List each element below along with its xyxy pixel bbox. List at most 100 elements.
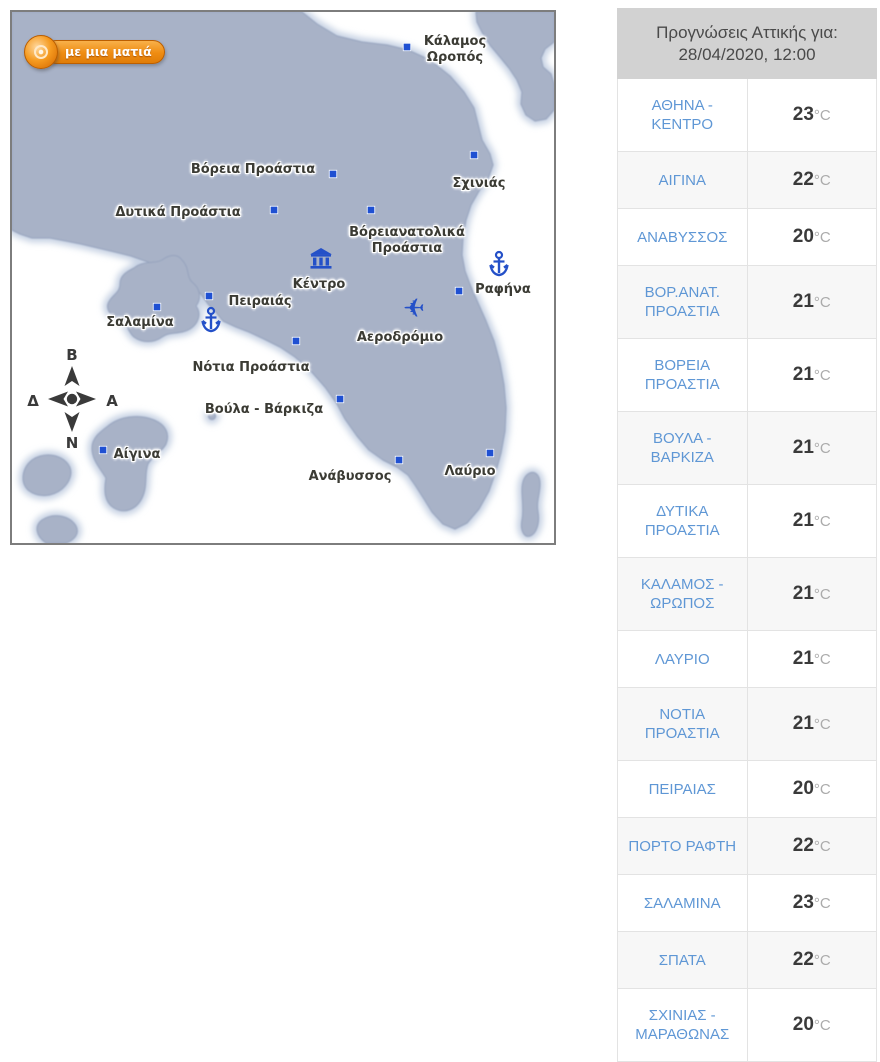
location-link[interactable]: ΒΟΥΛΑ - ΒΑΡΚΙΖΑ xyxy=(626,429,739,467)
compass-west-label: Δ xyxy=(27,392,39,410)
map-marker-dytika-proastia xyxy=(270,206,278,214)
forecast-temp-cell: 21°C xyxy=(747,339,877,412)
location-link[interactable]: ΔΥΤΙΚΑ ΠΡΟΑΣΤΙΑ xyxy=(626,502,739,540)
map-marker-kalamos xyxy=(403,43,411,51)
location-link[interactable]: ΚΑΛΑΜΟΣ - ΩΡΩΠΟΣ xyxy=(626,575,739,613)
map-svg: Β Ν Δ Α ✈ xyxy=(12,12,554,543)
temp-unit: °C xyxy=(814,229,831,246)
compass-logo-icon xyxy=(24,35,58,69)
temp-unit: °C xyxy=(814,838,831,855)
map-marker-lavrio xyxy=(486,449,494,457)
forecast-location-cell: ΑΝΑΒΥΣΣΟΣ xyxy=(618,209,748,266)
forecast-temp-cell: 21°C xyxy=(747,631,877,688)
temp-value: 21 xyxy=(793,510,814,531)
location-link[interactable]: ΑΝΑΒΥΣΣΟΣ xyxy=(637,228,727,247)
temp-value: 21 xyxy=(793,713,814,734)
forecast-row: ΣΧΙΝΙΑΣ - ΜΑΡΑΘΩΝΑΣ20°C xyxy=(618,989,877,1062)
temp-value: 20 xyxy=(793,1014,814,1035)
forecast-location-cell: ΒΟΡΕΙΑ ΠΡΟΑΣΤΙΑ xyxy=(618,339,748,412)
forecast-temp-cell: 22°C xyxy=(747,818,877,875)
forecast-row: ΒΟΡΕΙΑ ΠΡΟΑΣΤΙΑ21°C xyxy=(618,339,877,412)
attica-map: Β Ν Δ Α ✈ Κάλαμος ΩροπόςΒόρεια ΠροάστιαΣ… xyxy=(10,10,556,545)
forecast-temp-cell: 21°C xyxy=(747,485,877,558)
location-link[interactable]: ΑΙΓΙΝΑ xyxy=(659,171,706,190)
forecast-temp-cell: 21°C xyxy=(747,558,877,631)
forecast-location-cell: ΣΑΛΑΜΙΝΑ xyxy=(618,875,748,932)
map-marker-notia-proastia xyxy=(292,337,300,345)
forecast-location-cell: ΒΟΡ.ΑΝΑΤ. ΠΡΟΑΣΤΙΑ xyxy=(618,266,748,339)
forecast-row: ΑΝΑΒΥΣΣΟΣ 20°C xyxy=(618,209,877,266)
forecast-temp-cell: 20°C xyxy=(747,761,877,818)
forecast-location-cell: ΣΠΑΤΑ xyxy=(618,932,748,989)
temp-unit: °C xyxy=(814,513,831,530)
temp-unit: °C xyxy=(814,651,831,668)
forecast-temp-cell: 21°C xyxy=(747,688,877,761)
temp-value: 21 xyxy=(793,364,814,385)
location-link[interactable]: ΒΟΡΕΙΑ ΠΡΟΑΣΤΙΑ xyxy=(626,356,739,394)
forecast-location-cell: ΔΥΤΙΚΑ ΠΡΟΑΣΤΙΑ xyxy=(618,485,748,558)
forecast-row: ΠΟΡΤΟ ΡΑΦΤΗ 22°C xyxy=(618,818,877,875)
forecast-row: ΔΥΤΙΚΑ ΠΡΟΑΣΤΙΑ21°C xyxy=(618,485,877,558)
temp-value: 21 xyxy=(793,583,814,604)
location-link[interactable]: ΒΟΡ.ΑΝΑΤ. ΠΡΟΑΣΤΙΑ xyxy=(626,283,739,321)
location-link[interactable]: ΣΠΑΤΑ xyxy=(659,951,706,970)
map-marker-voula xyxy=(336,395,344,403)
forecast-location-cell: ΠΕΙΡΑΙΑΣ xyxy=(618,761,748,818)
map-marker-voreia-proastia xyxy=(329,170,337,178)
forecast-temp-cell: 21°C xyxy=(747,412,877,485)
glance-badge: με μια ματιά xyxy=(24,34,165,70)
map-marker-rafina xyxy=(455,287,463,295)
location-link[interactable]: ΠΕΙΡΑΙΑΣ xyxy=(649,780,716,799)
forecast-temp-cell: 23°C xyxy=(747,79,877,152)
temp-value: 22 xyxy=(793,169,814,190)
temp-unit: °C xyxy=(814,440,831,457)
temp-value: 20 xyxy=(793,778,814,799)
forecast-row: ΚΑΛΑΜΟΣ - ΩΡΩΠΟΣ21°C xyxy=(618,558,877,631)
temp-value: 20 xyxy=(793,226,814,247)
forecast-row: ΣΑΛΑΜΙΝΑ 23°C xyxy=(618,875,877,932)
forecast-temp-cell: 22°C xyxy=(747,932,877,989)
forecast-header: Προγνώσεις Αττικής για: 28/04/2020, 12:0… xyxy=(618,9,877,79)
temp-unit: °C xyxy=(814,781,831,798)
forecast-location-cell: ΑΘΗΝΑ - ΚΕΝΤΡΟ xyxy=(618,79,748,152)
forecast-location-cell: ΛΑΥΡΙΟ xyxy=(618,631,748,688)
forecast-location-cell: ΚΑΛΑΜΟΣ - ΩΡΩΠΟΣ xyxy=(618,558,748,631)
forecast-row: ΑΙΓΙΝΑ 22°C xyxy=(618,152,877,209)
temp-value: 21 xyxy=(793,291,814,312)
map-marker-voreianatolika-proastia xyxy=(367,206,375,214)
forecast-table: Προγνώσεις Αττικής για: 28/04/2020, 12:0… xyxy=(617,8,877,1062)
temp-unit: °C xyxy=(814,895,831,912)
forecast-temp-cell: 20°C xyxy=(747,989,877,1062)
map-marker-salamina xyxy=(153,303,161,311)
forecast-location-cell: ΝΟΤΙΑ ΠΡΟΑΣΤΙΑ xyxy=(618,688,748,761)
forecast-location-cell: ΠΟΡΤΟ ΡΑΦΤΗ xyxy=(618,818,748,875)
forecast-temp-cell: 23°C xyxy=(747,875,877,932)
forecast-row: ΑΘΗΝΑ - ΚΕΝΤΡΟ23°C xyxy=(618,79,877,152)
forecast-row: ΠΕΙΡΑΙΑΣ 20°C xyxy=(618,761,877,818)
map-marker-schinias xyxy=(470,151,478,159)
glance-badge-label: με μια ματιά xyxy=(44,40,165,64)
temp-unit: °C xyxy=(814,586,831,603)
forecast-row: ΒΟΥΛΑ - ΒΑΡΚΙΖΑ21°C xyxy=(618,412,877,485)
forecast-panel: Προγνώσεις Αττικής για: 28/04/2020, 12:0… xyxy=(617,8,877,1062)
temp-value: 23 xyxy=(793,892,814,913)
location-link[interactable]: ΣΑΛΑΜΙΝΑ xyxy=(644,894,721,913)
forecast-row: ΣΠΑΤΑ 22°C xyxy=(618,932,877,989)
weather-page: { "map": { "badge_label": "με μια ματιά"… xyxy=(0,0,880,956)
location-link[interactable]: ΠΟΡΤΟ ΡΑΦΤΗ xyxy=(628,837,736,856)
location-link[interactable]: ΣΧΙΝΙΑΣ - ΜΑΡΑΘΩΝΑΣ xyxy=(626,1006,739,1044)
compass-east-label: Α xyxy=(106,392,118,410)
location-link[interactable]: ΑΘΗΝΑ - ΚΕΝΤΡΟ xyxy=(626,96,739,134)
compass-north-label: Β xyxy=(66,346,77,364)
forecast-row: ΛΑΥΡΙΟ 21°C xyxy=(618,631,877,688)
location-link[interactable]: ΛΑΥΡΙΟ xyxy=(655,650,710,669)
temp-value: 23 xyxy=(793,104,814,125)
forecast-row: ΒΟΡ.ΑΝΑΤ. ΠΡΟΑΣΤΙΑ21°C xyxy=(618,266,877,339)
forecast-location-cell: ΣΧΙΝΙΑΣ - ΜΑΡΑΘΩΝΑΣ xyxy=(618,989,748,1062)
location-link[interactable]: ΝΟΤΙΑ ΠΡΟΑΣΤΙΑ xyxy=(626,705,739,743)
temp-unit: °C xyxy=(814,716,831,733)
compass-south-label: Ν xyxy=(66,434,79,452)
forecast-temp-cell: 22°C xyxy=(747,152,877,209)
temp-value: 22 xyxy=(793,835,814,856)
forecast-temp-cell: 20°C xyxy=(747,209,877,266)
